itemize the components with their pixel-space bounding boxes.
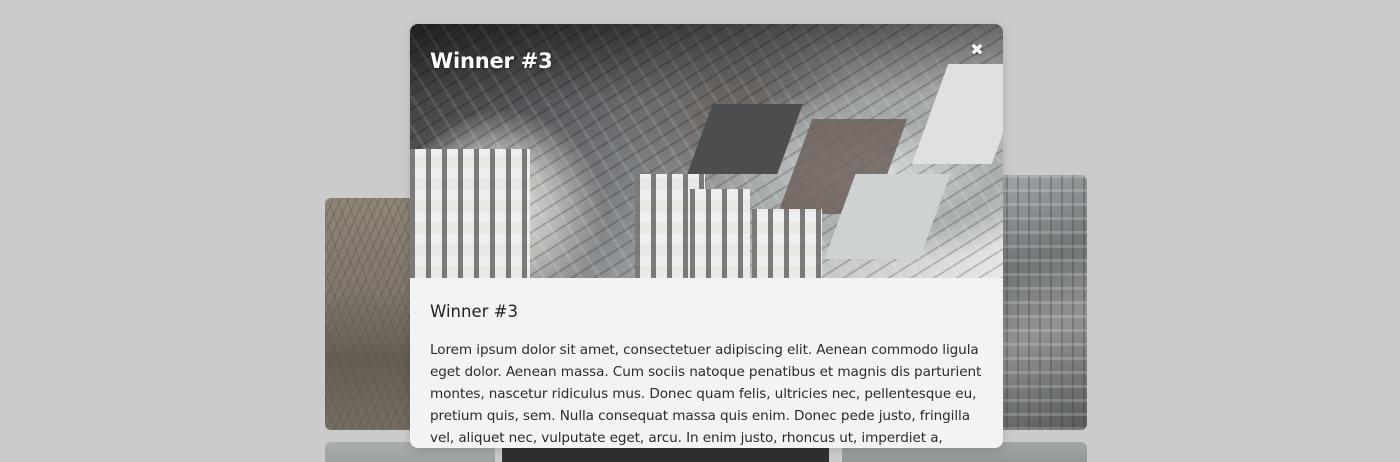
modal-body-text: Lorem ipsum dolor sit amet, consectetuer… (430, 342, 982, 446)
close-button[interactable]: ✖ (967, 40, 987, 60)
gallery-card-city[interactable] (995, 175, 1087, 430)
modal-body-title: Winner #3 (430, 302, 518, 321)
modal-header-title: Winner #3 (430, 49, 553, 73)
modal-header-image: Winner #3 ✖ (410, 24, 1003, 278)
building-facade (410, 149, 530, 278)
close-icon[interactable]: ✖ (970, 42, 983, 58)
building-facade (690, 189, 750, 278)
modal-body: Winner #3 Lorem ipsum dolor sit amet, co… (410, 278, 1003, 448)
winner-modal: Winner #3 ✖ Winner #3 Lorem ipsum dolor … (410, 24, 1003, 448)
rooftop-shape (687, 104, 803, 174)
building-facade (752, 209, 822, 278)
rooftop-shape (911, 64, 1003, 164)
gallery-backdrop: Winner #3 ✖ Winner #3 Lorem ipsum dolor … (0, 0, 1400, 462)
